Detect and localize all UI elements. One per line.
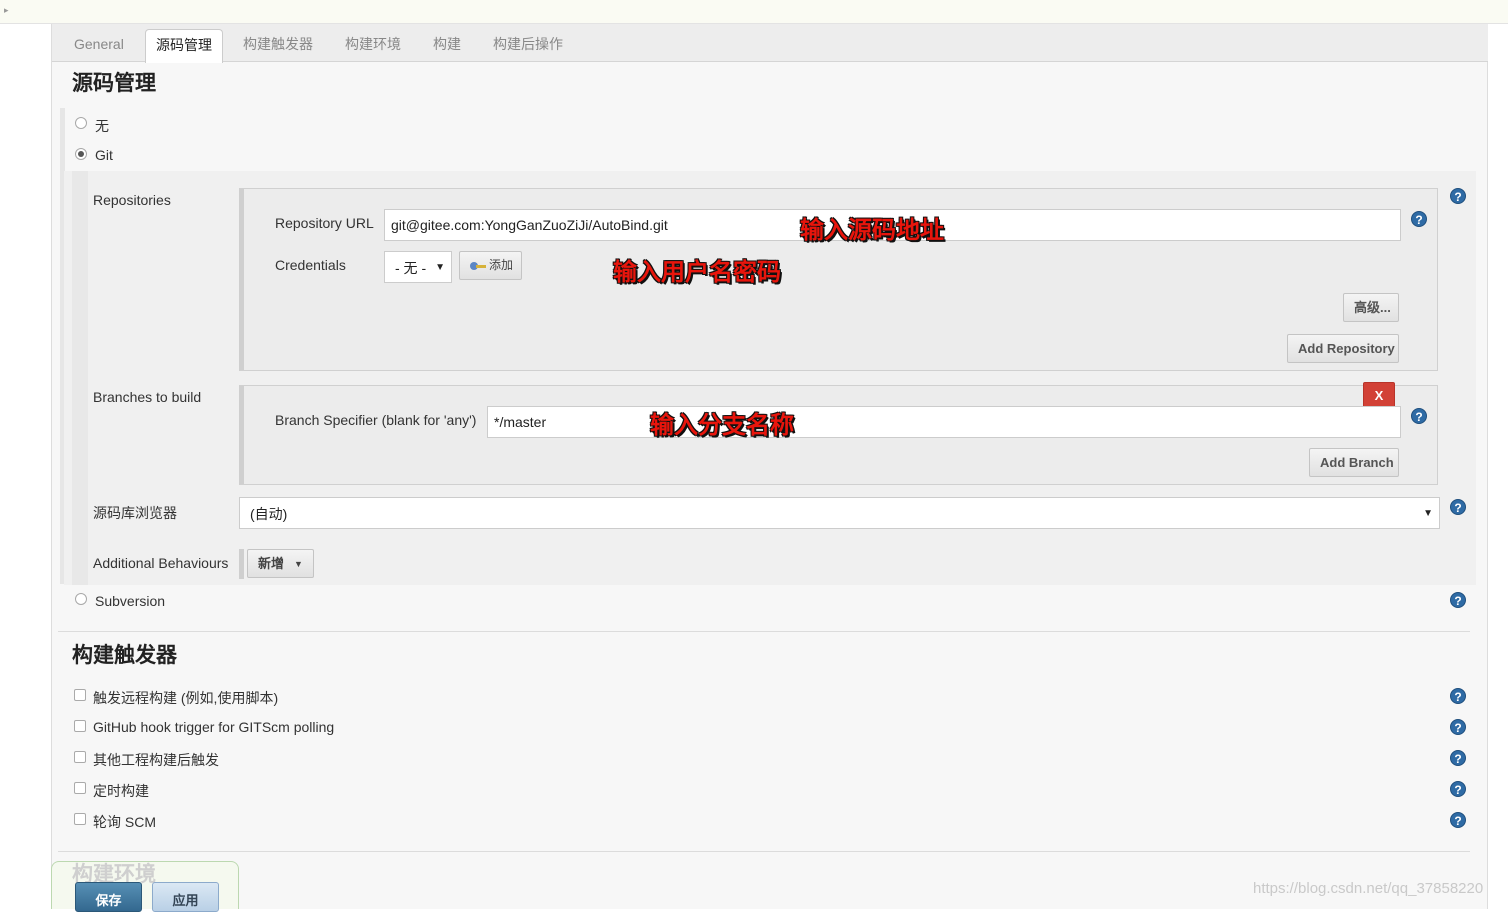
add-repository-button[interactable]: Add Repository	[1287, 334, 1399, 363]
tab-post-build[interactable]: 构建后操作	[483, 29, 573, 62]
trigger-cron-checkbox[interactable]	[74, 782, 86, 794]
trigger-poll-help-icon[interactable]: ?	[1450, 812, 1466, 828]
trigger-cron-label: 定时构建	[93, 783, 149, 799]
tab-build[interactable]: 构建	[423, 29, 471, 62]
repo-url-label: Repository URL	[275, 215, 374, 231]
apply-button[interactable]: 应用	[152, 882, 219, 912]
credentials-value: - 无 -	[395, 260, 427, 276]
credentials-select[interactable]: - 无 - ▼	[384, 251, 452, 283]
trigger-github-label: GitHub hook trigger for GITScm polling	[93, 719, 335, 735]
trigger-cron-help-icon[interactable]: ?	[1450, 781, 1466, 797]
annotation-branch: 输入分支名称	[650, 412, 794, 439]
branch-specifier-input[interactable]: */master	[487, 406, 1401, 438]
delete-branch-button[interactable]: X	[1363, 382, 1395, 408]
browser-value: (自动)	[250, 506, 288, 522]
browser-select[interactable]: (自动) ▼	[239, 497, 1440, 529]
branch-help-icon[interactable]: ?	[1411, 408, 1427, 424]
credentials-label: Credentials	[275, 257, 346, 273]
trigger-remote-checkbox[interactable]	[74, 689, 86, 701]
svn-help-icon[interactable]: ?	[1450, 592, 1466, 608]
config-tabs: General 源码管理 构建触发器 构建环境 构建 构建后操作	[52, 24, 1488, 63]
add-credential-label: 添加	[489, 258, 514, 272]
repositories-help-icon[interactable]: ?	[1450, 188, 1466, 204]
behaviours-add-button[interactable]: 新增 ▼	[247, 549, 314, 578]
watermark: https://blog.csdn.net/qq_37858220	[1253, 880, 1484, 897]
trigger-poll-checkbox[interactable]	[74, 813, 86, 825]
trigger-upstream-checkbox[interactable]	[74, 751, 86, 763]
branches-label: Branches to build	[93, 389, 202, 405]
scm-git-label: Git	[95, 147, 113, 163]
add-branch-button[interactable]: Add Branch	[1309, 448, 1399, 477]
tab-triggers[interactable]: 构建触发器	[233, 29, 323, 62]
behaviours-bar	[239, 549, 244, 579]
key-icon	[470, 261, 486, 271]
trigger-remote-label: 触发远程构建 (例如,使用脚本)	[93, 690, 279, 706]
expand-caret-icon: ▸	[4, 5, 9, 15]
branch-specifier-label: Branch Specifier (blank for 'any')	[275, 412, 477, 428]
section-divider	[58, 631, 1470, 632]
triggers-section-title: 构建触发器	[72, 644, 177, 667]
scm-svn-radio[interactable]	[75, 593, 87, 605]
repo-url-help-icon[interactable]: ?	[1411, 211, 1427, 227]
chevron-down-icon: ▼	[435, 262, 445, 273]
caret-down-icon: ▼	[294, 559, 303, 570]
trigger-poll-label: 轮询 SCM	[93, 814, 156, 830]
tab-general[interactable]: General	[64, 29, 134, 62]
repositories-label: Repositories	[93, 192, 171, 208]
trigger-upstream-help-icon[interactable]: ?	[1450, 750, 1466, 766]
annotation-url: 输入源码地址	[800, 217, 944, 244]
trigger-upstream-label: 其他工程构建后触发	[93, 752, 219, 768]
chevron-down-icon: ▼	[1423, 508, 1433, 519]
advanced-button[interactable]: 高级...	[1343, 293, 1399, 322]
tab-scm[interactable]: 源码管理	[145, 29, 223, 63]
tab-build-env[interactable]: 构建环境	[335, 29, 411, 62]
scm-none-radio[interactable]	[75, 117, 87, 129]
scm-git-radio[interactable]	[75, 148, 87, 160]
browser-help-icon[interactable]: ?	[1450, 499, 1466, 515]
trigger-github-help-icon[interactable]: ?	[1450, 719, 1466, 735]
annotation-credentials: 输入用户名密码	[613, 259, 781, 286]
section-divider	[58, 851, 1470, 852]
browser-label: 源码库浏览器	[93, 505, 177, 521]
behaviours-add-label: 新增	[258, 556, 285, 571]
trigger-remote-help-icon[interactable]: ?	[1450, 688, 1466, 704]
add-credential-button[interactable]: 添加	[459, 251, 523, 280]
scm-svn-label: Subversion	[95, 593, 166, 609]
trigger-github-checkbox[interactable]	[74, 720, 86, 732]
behaviours-label: Additional Behaviours	[93, 555, 229, 571]
save-button[interactable]: 保存	[75, 882, 142, 912]
scm-section-title: 源码管理	[72, 72, 156, 95]
scm-none-label: 无	[95, 118, 109, 134]
browser-top-strip: ▸	[0, 0, 1508, 24]
git-area-indent	[72, 171, 88, 585]
